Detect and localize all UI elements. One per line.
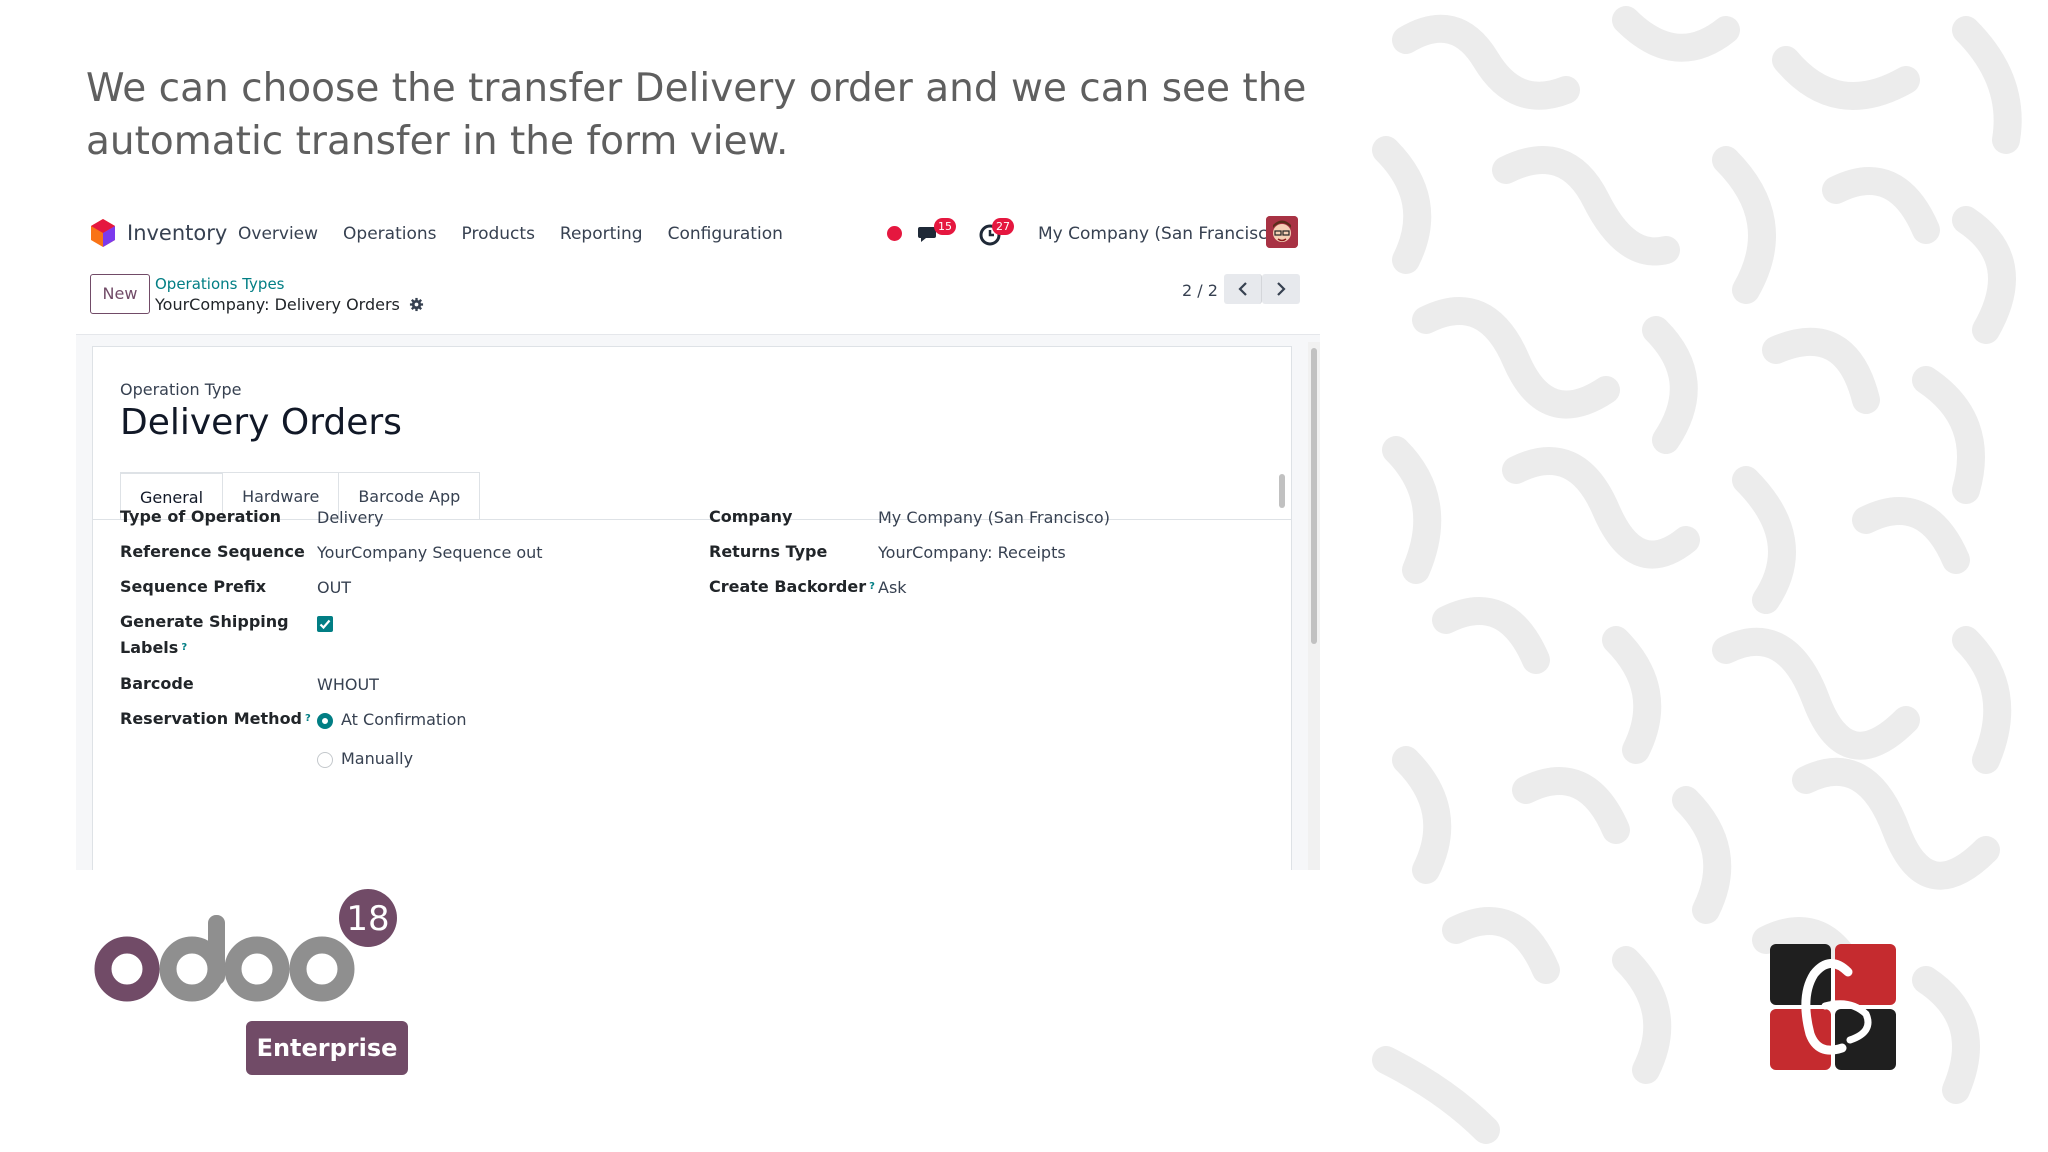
generate-shipping-labels-line1: Generate Shipping — [120, 612, 289, 631]
radio-manually[interactable] — [317, 752, 333, 768]
page-scrollbar[interactable] — [1308, 342, 1320, 870]
breadcrumb-current: YourCompany: Delivery Orders — [155, 295, 424, 314]
gear-icon[interactable] — [409, 297, 424, 312]
pager-value[interactable]: 2 / 2 — [1182, 281, 1218, 300]
slide-caption: We can choose the transfer Delivery orde… — [86, 66, 1307, 164]
menu-overview[interactable]: Overview — [238, 224, 318, 244]
option-manually-label[interactable]: Manually — [341, 746, 413, 772]
create-backorder-label: Create Backorder? — [709, 574, 875, 600]
chevron-left-icon — [1237, 282, 1247, 296]
menu-products[interactable]: Products — [462, 224, 535, 244]
pager-previous-button[interactable] — [1224, 274, 1262, 304]
odoo-app-window: Inventory Overview Operations Products R… — [76, 204, 1320, 870]
help-tooltip-icon[interactable]: ? — [181, 642, 187, 653]
generate-shipping-labels-checkbox[interactable] — [317, 616, 333, 632]
create-backorder-label-text: Create Backorder — [709, 577, 867, 596]
help-tooltip-icon[interactable]: ? — [305, 713, 311, 724]
company-logo — [1770, 944, 1896, 1070]
reservation-method-label-text: Reservation Method — [120, 709, 303, 728]
barcode-label: Barcode — [120, 674, 194, 693]
company-value[interactable]: My Company (San Francisco) — [878, 505, 1110, 531]
main-menu: Overview Operations Products Reporting C… — [238, 224, 808, 244]
enterprise-badge: Enterprise — [246, 1021, 408, 1075]
option-at-confirmation-label[interactable]: At Confirmation — [341, 707, 467, 733]
generate-shipping-labels-line2: Labels — [120, 638, 179, 657]
checkmark-icon — [319, 619, 331, 630]
new-button[interactable]: New — [90, 274, 150, 314]
operation-type-label: Operation Type — [120, 380, 242, 399]
breadcrumb-current-label: YourCompany: Delivery Orders — [155, 295, 400, 314]
menu-configuration[interactable]: Configuration — [668, 224, 783, 244]
create-backorder-value[interactable]: Ask — [878, 575, 907, 601]
app-name[interactable]: Inventory — [127, 221, 227, 245]
sequence-prefix-value[interactable]: OUT — [317, 575, 351, 601]
background-pattern — [1366, 0, 2048, 1152]
generate-shipping-labels-label: Generate Shipping Labels? — [120, 609, 289, 661]
type-of-operation-value[interactable]: Delivery — [317, 505, 383, 531]
type-of-operation-label: Type of Operation — [120, 507, 281, 526]
company-label: Company — [709, 507, 793, 526]
returns-type-label: Returns Type — [709, 542, 828, 561]
menu-operations[interactable]: Operations — [343, 224, 436, 244]
returns-type-value[interactable]: YourCompany: Receipts — [878, 540, 1066, 566]
pager-next-button[interactable] — [1262, 274, 1300, 304]
radio-at-confirmation[interactable] — [317, 713, 333, 729]
sequence-prefix-label: Sequence Prefix — [120, 577, 267, 596]
menu-reporting[interactable]: Reporting — [560, 224, 643, 244]
version-number: 18 — [346, 899, 389, 939]
inventory-app-icon[interactable] — [90, 218, 116, 248]
company-switcher[interactable]: My Company (San Francisco) — [1038, 224, 1284, 244]
control-panel: New Operations Types YourCompany: Delive… — [76, 266, 1320, 338]
reservation-method-label: Reservation Method? — [120, 706, 311, 732]
reference-sequence-label: Reference Sequence — [120, 542, 305, 561]
chevron-right-icon — [1277, 282, 1286, 296]
reference-sequence-value[interactable]: YourCompany Sequence out — [317, 540, 543, 566]
recording-indicator-icon[interactable] — [887, 226, 902, 241]
record-title[interactable]: Delivery Orders — [120, 402, 402, 443]
top-navbar: Inventory Overview Operations Products R… — [76, 204, 1320, 266]
help-tooltip-icon[interactable]: ? — [869, 581, 875, 592]
tab-scrollbar-thumb[interactable] — [1279, 474, 1285, 508]
breadcrumb-parent-link[interactable]: Operations Types — [155, 275, 285, 293]
messages-count-badge: 15 — [934, 218, 956, 235]
page-scrollbar-thumb[interactable] — [1311, 348, 1317, 644]
activities-count-badge: 27 — [992, 218, 1014, 235]
barcode-value[interactable]: WHOUT — [317, 672, 379, 698]
user-avatar[interactable] — [1266, 216, 1298, 248]
